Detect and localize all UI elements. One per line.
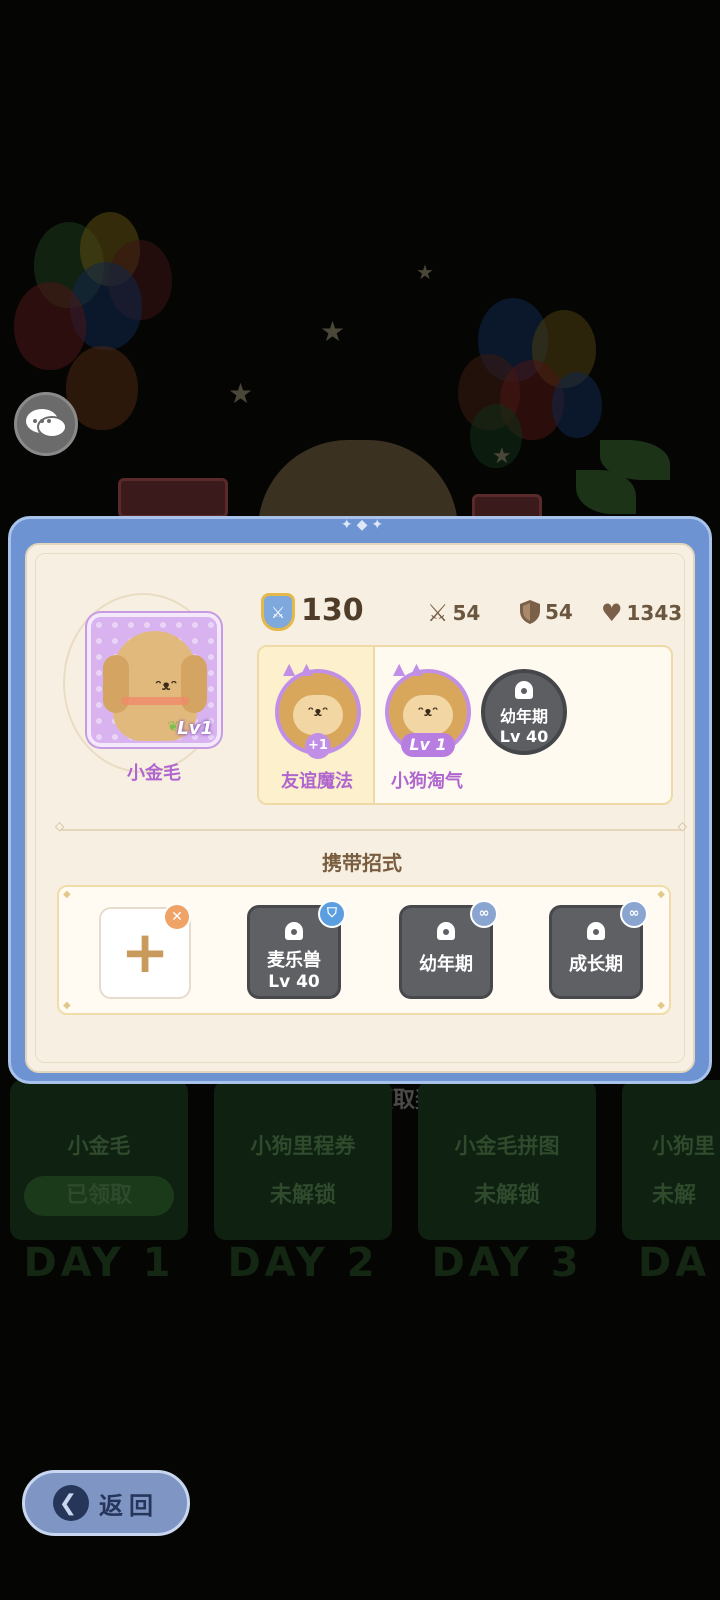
move-name: 麦乐兽: [267, 950, 321, 971]
day-status: 未解: [652, 1183, 697, 1208]
day-reward-name: 小金毛: [67, 1134, 131, 1158]
dialog-ornament: ✦◆✦: [340, 517, 388, 533]
skill-dog-face: ᵔᴥᵔ: [293, 695, 343, 735]
skill-plus-badge: +1: [305, 733, 331, 759]
remove-move-icon[interactable]: ✕: [163, 903, 191, 931]
move-slot[interactable]: 幼年期 ∞: [399, 900, 498, 999]
day-card: 小狗里程券 未解锁: [214, 1080, 392, 1240]
locked-skill[interactable]: 幼年期 Lv 40: [481, 669, 567, 755]
lock-icon: [587, 922, 605, 940]
day-status: 已领取: [24, 1176, 174, 1216]
corner-ornament: ◆: [63, 1000, 71, 1011]
gift-box: [118, 478, 228, 518]
hp-value: 1343: [626, 601, 683, 625]
skill-dog-face: ᵔᴥᵔ: [403, 695, 453, 735]
dialog-panel: ᵔᴥᵔ ❦ Lv1 小金毛 ⚔ 130 ⚔ 54 54 ♥ 1343 ᵔᴥᵔ ▲…: [25, 543, 695, 1073]
day-status: 未解锁: [269, 1183, 336, 1208]
link-badge-icon: ∞: [620, 900, 648, 928]
balloon: [552, 372, 602, 438]
day-label: DA: [638, 1240, 711, 1286]
day-label: DAY 1: [23, 1240, 175, 1286]
skill-label: 小狗淘气: [391, 771, 463, 792]
corner-ornament: ◆: [657, 1000, 665, 1011]
pet-name: 小金毛: [127, 763, 181, 784]
skill-ears: ▲ ▲: [283, 659, 313, 678]
star-decoration: ★: [320, 315, 346, 348]
balloon: [14, 282, 86, 370]
skill-level-badge: Lv 1: [401, 733, 455, 757]
dog-collar: [121, 697, 189, 705]
day-label: DAY 2: [227, 1240, 379, 1286]
back-button-label: 返回: [99, 1491, 159, 1520]
section-divider: [55, 819, 687, 833]
corner-ornament: ◆: [63, 889, 71, 900]
pet-portrait[interactable]: ᵔᴥᵔ ❦ Lv1: [87, 613, 221, 747]
defense-stat: 54: [519, 599, 573, 625]
pet-detail-dialog: ✦◆✦ ᵔᴥᵔ ❦ Lv1 小金毛 ⚔ 130 ⚔ 54 54 ♥ 1343 ᵔ…: [8, 516, 712, 1084]
power-value: 130: [301, 593, 364, 628]
day-card: 小狗里 未解: [622, 1080, 720, 1240]
defense-value: 54: [545, 600, 573, 624]
day-card: 小金毛 已领取: [10, 1080, 188, 1240]
corner-ornament: ◆: [657, 889, 665, 900]
power-shield-icon: ⚔: [261, 593, 295, 631]
day-status: 未解锁: [473, 1183, 540, 1208]
move-slot[interactable]: 成长期 ∞: [549, 900, 648, 999]
move-name: 成长期: [569, 954, 623, 975]
skills-panel: ᵔᴥᵔ ▲ ▲ +1 友谊魔法 ᵔᴥᵔ ▲ ▲ Lv 1 小狗淘气 幼年期 Lv…: [257, 645, 673, 805]
dog-face: ᵔᴥᵔ: [155, 678, 178, 694]
skill-ears: ▲ ▲: [393, 659, 423, 678]
star-decoration: ★: [492, 444, 512, 469]
move-name: 幼年期: [419, 954, 473, 975]
back-arrow-icon: ❮: [53, 1485, 89, 1521]
lock-icon: [515, 681, 533, 699]
chat-bubble-icon: [26, 409, 67, 438]
moves-panel: ◆ ◆ ◆ ◆ + ✕ 麦乐兽 Lv 40 ⛉ 幼年期 ∞ 成长期 ∞: [57, 885, 671, 1015]
locked-skill-level: Lv 40: [499, 727, 549, 746]
day-label: DAY 3: [431, 1240, 583, 1286]
heart-icon: ♥: [601, 599, 623, 627]
pet-level: Lv1: [177, 718, 213, 739]
move-slot[interactable]: 麦乐兽 Lv 40 ⛉: [247, 900, 346, 999]
day-reward-name: 小金毛拼图: [454, 1134, 560, 1158]
lock-icon: [437, 922, 455, 940]
hp-stat: ♥ 1343: [601, 599, 682, 627]
locked-skill-stage: 幼年期: [499, 707, 548, 726]
shield-badge-icon: ⛉: [318, 900, 346, 928]
lock-icon: [285, 922, 303, 940]
star-decoration: ★: [228, 377, 254, 410]
link-badge-icon: ∞: [470, 900, 498, 928]
shield-icon: [520, 600, 540, 624]
move-level: Lv 40: [268, 972, 320, 992]
attack-stat: ⚔ 54: [427, 599, 480, 627]
day-reward-name: 小狗里: [652, 1134, 715, 1158]
moves-title: 携带招式: [322, 851, 402, 875]
day-reward-name: 小狗里程券: [250, 1134, 356, 1158]
star-decoration: ★: [416, 260, 434, 284]
day-card: 小金毛拼图 未解锁: [418, 1080, 596, 1240]
attack-value: 54: [452, 601, 481, 625]
back-button[interactable]: ❮ 返回: [22, 1470, 190, 1536]
skill-label: 友谊魔法: [281, 771, 353, 792]
chat-button[interactable]: [14, 392, 78, 456]
crossed-swords-icon: ⚔: [427, 599, 449, 627]
